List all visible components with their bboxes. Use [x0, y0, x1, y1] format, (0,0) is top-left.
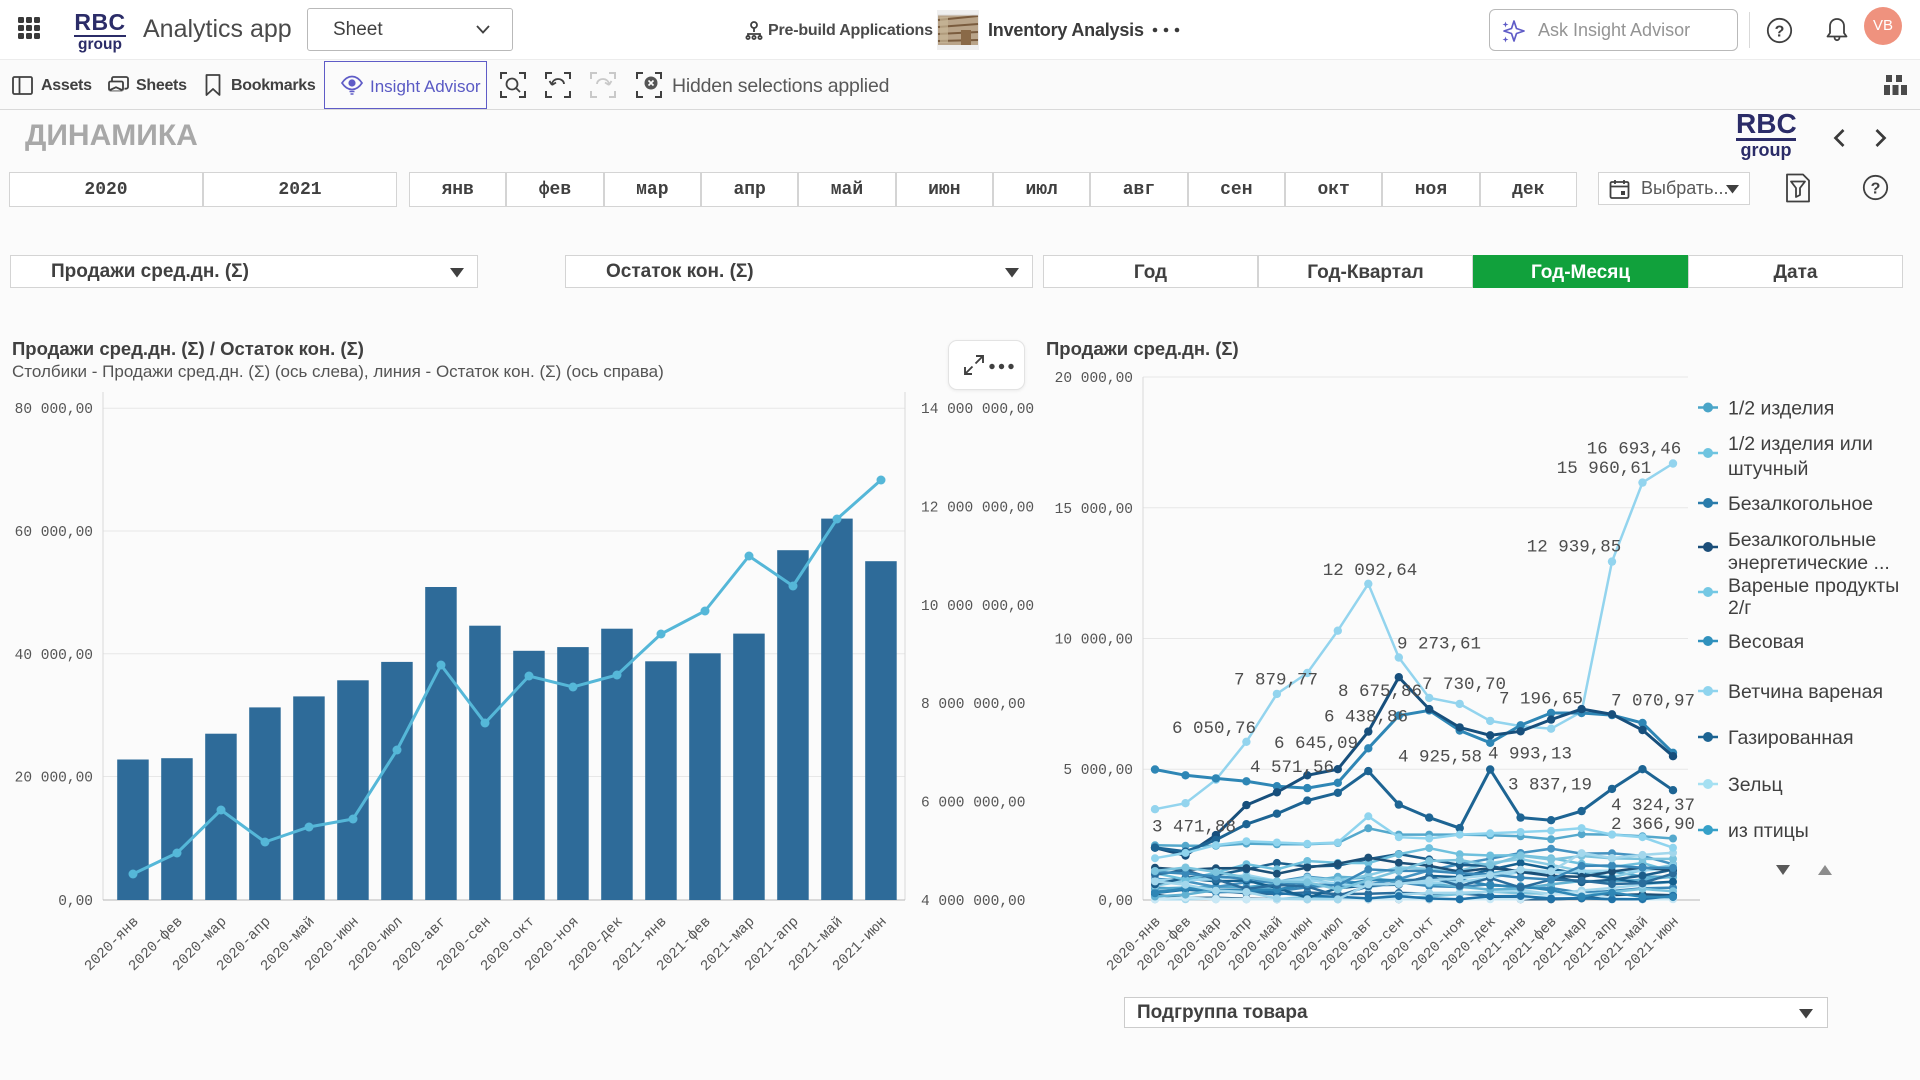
svg-text:Зельц: Зельц: [1728, 774, 1783, 796]
svg-text:6 438,86: 6 438,86: [1324, 708, 1408, 728]
svg-text:4 925,58: 4 925,58: [1398, 748, 1482, 768]
svg-text:60 000,00: 60 000,00: [15, 525, 93, 541]
svg-text:7 196,65: 7 196,65: [1499, 690, 1583, 710]
svg-text:7 070,97: 7 070,97: [1611, 692, 1695, 712]
svg-text:0,00: 0,00: [58, 894, 93, 910]
svg-text:8 000 000,00: 8 000 000,00: [921, 697, 1025, 713]
svg-text:из птицы: из птицы: [1728, 820, 1809, 842]
svg-text:Ветчина вареная: Ветчина вареная: [1728, 681, 1883, 703]
svg-text:14 000 000,00: 14 000 000,00: [921, 402, 1034, 418]
svg-text:Безалкогольные: Безалкогольные: [1728, 529, 1876, 551]
svg-text:10 000,00: 10 000,00: [1055, 633, 1133, 649]
svg-text:15 000,00: 15 000,00: [1055, 502, 1133, 518]
svg-text:16 693,46: 16 693,46: [1587, 440, 1682, 460]
svg-text:2 366,90: 2 366,90: [1611, 815, 1695, 835]
svg-text:?: ?: [1775, 24, 1785, 41]
svg-text:3 471,88: 3 471,88: [1152, 818, 1236, 838]
svg-text:40 000,00: 40 000,00: [15, 648, 93, 664]
svg-text:Газированная: Газированная: [1728, 727, 1854, 749]
svg-text:Весовая: Весовая: [1728, 631, 1804, 653]
svg-text:20 000,00: 20 000,00: [1055, 371, 1133, 387]
svg-text:4 571,56: 4 571,56: [1250, 758, 1334, 778]
svg-text:4 000 000,00: 4 000 000,00: [921, 894, 1025, 910]
svg-text:6 000 000,00: 6 000 000,00: [921, 796, 1025, 812]
svg-text:Безалкогольное: Безалкогольное: [1728, 493, 1873, 515]
svg-text:80 000,00: 80 000,00: [15, 402, 93, 418]
svg-text:8 675,86: 8 675,86: [1338, 682, 1422, 702]
svg-text:6 050,76: 6 050,76: [1172, 719, 1256, 739]
svg-text:2/г: 2/г: [1728, 597, 1751, 619]
svg-text:Вареные продукты: Вареные продукты: [1728, 575, 1899, 597]
svg-text:3 837,19: 3 837,19: [1508, 776, 1592, 796]
svg-text:10 000 000,00: 10 000 000,00: [921, 599, 1034, 615]
svg-text:12 092,64: 12 092,64: [1323, 561, 1418, 581]
svg-text:1/2 изделия или: 1/2 изделия или: [1728, 433, 1873, 455]
svg-text:20 000,00: 20 000,00: [15, 771, 93, 787]
svg-text:6 645,09: 6 645,09: [1274, 734, 1358, 754]
svg-text:7 730,70: 7 730,70: [1422, 675, 1506, 695]
svg-text:4 993,13: 4 993,13: [1488, 745, 1572, 765]
svg-text:12 000 000,00: 12 000 000,00: [921, 501, 1034, 517]
svg-text:7 879,77: 7 879,77: [1234, 671, 1318, 691]
svg-text:штучный: штучный: [1728, 458, 1808, 480]
svg-text:12 939,85: 12 939,85: [1527, 538, 1622, 558]
svg-text:4 324,37: 4 324,37: [1611, 796, 1695, 816]
svg-text:1/2 изделия: 1/2 изделия: [1728, 398, 1834, 420]
svg-text:?: ?: [1871, 181, 1881, 198]
svg-text:5 000,00: 5 000,00: [1063, 763, 1133, 779]
svg-text:9 273,61: 9 273,61: [1397, 635, 1481, 655]
svg-text:0,00: 0,00: [1098, 894, 1133, 910]
svg-text:энергетические ...: энергетические ...: [1728, 552, 1890, 574]
svg-text:15 960,61: 15 960,61: [1557, 459, 1652, 479]
